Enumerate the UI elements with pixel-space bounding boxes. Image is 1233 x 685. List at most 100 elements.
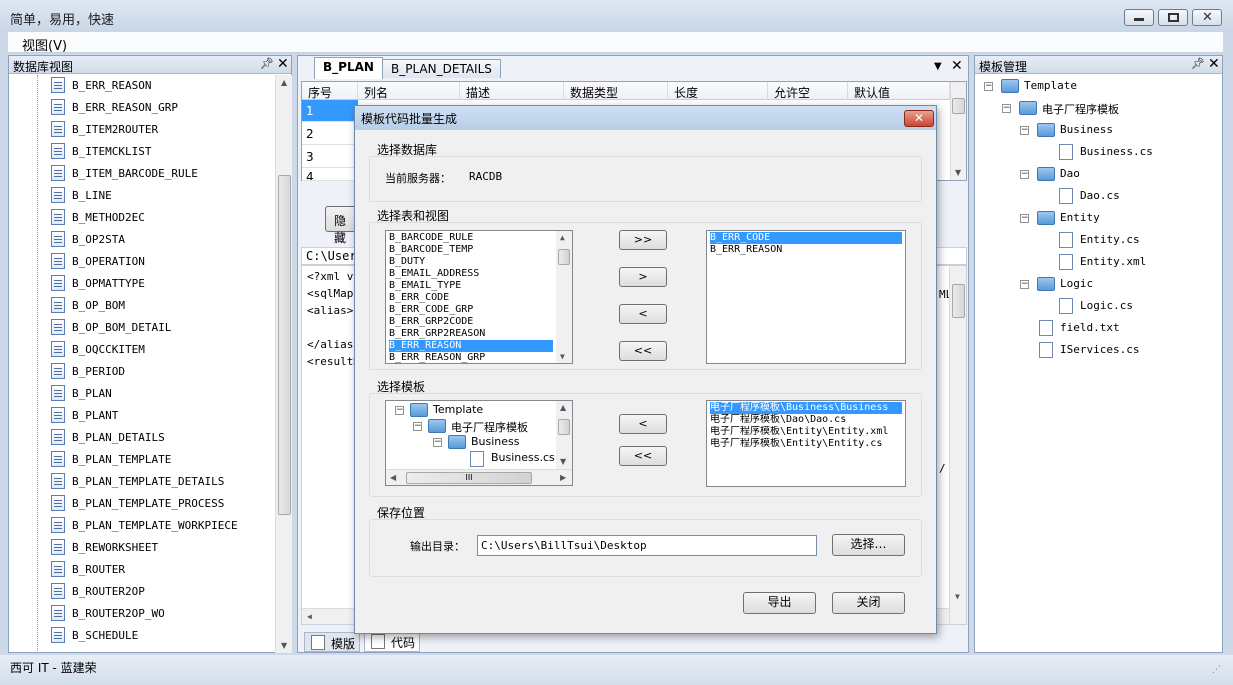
grid-scrollbar[interactable]: ▼ xyxy=(950,82,966,180)
collapse-icon[interactable]: − xyxy=(395,406,404,415)
tab-code[interactable]: 代码 xyxy=(364,632,421,652)
collapse-icon[interactable]: − xyxy=(1002,104,1011,113)
template-tree-scrollbar[interactable]: ▲ ▼ xyxy=(556,401,572,469)
dialog-close-button[interactable]: ✕ xyxy=(904,110,934,127)
code-scrollbar[interactable]: ▼ xyxy=(949,266,966,624)
remove-all-templates-button[interactable]: << xyxy=(619,446,667,466)
output-dir-input[interactable] xyxy=(477,535,817,556)
source-table-item[interactable]: B_ERR_CODE_GRP xyxy=(389,304,553,316)
scroll-left-icon[interactable]: ◀ xyxy=(307,612,312,621)
selected-template-list[interactable]: 电子厂程序模板\Business\Business 电子厂程序模板\Dao\Dao… xyxy=(706,400,906,487)
scroll-left-icon[interactable]: ◀ xyxy=(390,473,396,482)
selected-template-item[interactable]: 电子厂程序模板\Entity\Entity.cs xyxy=(710,438,902,450)
table-row[interactable]: 2 xyxy=(302,123,358,145)
scroll-down-icon[interactable]: ▼ xyxy=(281,641,287,650)
database-view-panel: 数据库视图 📌︎ ✕ B_ERR_REASON B_ERR_REASON_GRP B… xyxy=(8,55,292,653)
selected-template-item[interactable]: 电子厂程序模板\Entity\Entity.xml xyxy=(710,426,902,438)
collapse-icon[interactable]: − xyxy=(1020,170,1029,179)
source-table-item[interactable]: B_DUTY xyxy=(389,256,553,268)
add-all-tables-button[interactable]: >> xyxy=(619,230,667,250)
tab-template[interactable]: 模版 xyxy=(304,632,361,652)
source-table-item[interactable]: B_ERR_REASON_GRP xyxy=(389,352,553,363)
minimize-button[interactable] xyxy=(1124,9,1154,26)
dialog-close-action-button[interactable]: 关闭 xyxy=(832,592,905,614)
collapse-icon[interactable]: − xyxy=(1020,126,1029,135)
pin-icon[interactable]: 📌︎ xyxy=(260,57,274,70)
selected-table-item[interactable]: B_ERR_CODE xyxy=(710,232,902,244)
source-table-item[interactable]: B_ERR_REASON xyxy=(389,340,553,352)
hscroll-thumb[interactable]: III xyxy=(406,472,532,484)
scroll-up-icon[interactable]: ▲ xyxy=(560,403,566,412)
add-table-button[interactable]: > xyxy=(619,267,667,287)
table-row[interactable]: 4 xyxy=(302,168,358,181)
table-icon xyxy=(51,385,65,401)
source-table-item[interactable]: B_EMAIL_TYPE xyxy=(389,280,553,292)
choose-dir-button[interactable]: 选择… xyxy=(832,534,905,556)
pin-icon[interactable]: 📌︎ xyxy=(1191,57,1205,70)
template-select-tree[interactable]: ▲ ▼ ◀ III ▶ − Template − 电子厂程序模板 − Business Bu… xyxy=(385,400,573,486)
selected-template-item[interactable]: 电子厂程序模板\Dao\Dao.cs xyxy=(710,414,902,426)
template-node-label: Business xyxy=(1060,123,1113,136)
collapse-icon[interactable]: − xyxy=(1020,280,1029,289)
scroll-thumb[interactable] xyxy=(558,249,570,265)
code-scroll-thumb[interactable] xyxy=(952,284,965,318)
tab-dropdown-icon[interactable]: ▼ xyxy=(934,61,942,72)
db-table-label: B_OP2STA xyxy=(72,233,125,246)
menu-view[interactable]: 视图(V) xyxy=(22,35,67,54)
source-table-item[interactable]: B_ERR_GRP2CODE xyxy=(389,316,553,328)
file-icon xyxy=(1059,298,1073,314)
scroll-down-icon[interactable]: ▼ xyxy=(560,457,566,466)
resize-grip-icon[interactable]: ⋰ xyxy=(1212,665,1221,675)
scroll-up-icon[interactable]: ▲ xyxy=(560,233,565,242)
panel-close-icon[interactable]: ✕ xyxy=(1208,56,1220,72)
remove-all-tables-button[interactable]: << xyxy=(619,341,667,361)
table-icon xyxy=(51,605,65,621)
source-table-item[interactable]: B_BARCODE_TEMP xyxy=(389,244,553,256)
remove-table-button[interactable]: < xyxy=(619,304,667,324)
remove-template-button[interactable]: < xyxy=(619,414,667,434)
scroll-down-icon[interactable]: ▼ xyxy=(560,352,565,361)
grid-scroll-thumb[interactable] xyxy=(952,98,965,114)
panel-close-icon[interactable]: ✕ xyxy=(277,56,289,72)
collapse-icon[interactable]: − xyxy=(984,82,993,91)
source-table-item[interactable]: B_ERR_CODE xyxy=(389,292,553,304)
tab-b-plan[interactable]: B_PLAN xyxy=(314,57,383,79)
folder-icon xyxy=(1037,211,1055,225)
template-node-label: Template xyxy=(1024,79,1077,92)
table-row[interactable]: 1 xyxy=(302,100,358,122)
tab-b-plan-details[interactable]: B_PLAN_DETAILS xyxy=(382,59,501,78)
db-table-label: B_ROUTER2OP xyxy=(72,585,145,598)
source-list-scrollbar[interactable]: ▲ ▼ xyxy=(556,231,572,363)
close-window-button[interactable]: ✕ xyxy=(1192,9,1222,26)
minimize-icon xyxy=(1134,18,1144,21)
maximize-button[interactable] xyxy=(1158,9,1188,26)
database-list-scrollbar[interactable]: ▲ ▼ xyxy=(275,75,292,653)
source-table-list[interactable]: ▲ ▼ B_BARCODE_RULE B_BARCODE_TEMP B_DUTY B_… xyxy=(385,230,573,364)
scroll-down-icon[interactable]: ▼ xyxy=(955,592,960,601)
scroll-up-icon[interactable]: ▲ xyxy=(281,78,287,87)
table-icon xyxy=(51,517,65,533)
status-bar: 西可 IT - 蓝建荣 ⋰ xyxy=(0,655,1233,685)
scroll-down-icon[interactable]: ▼ xyxy=(955,168,961,177)
template-tree-hscrollbar[interactable]: ◀ III ▶ xyxy=(386,469,572,485)
scroll-thumb[interactable] xyxy=(558,419,570,435)
source-table-item[interactable]: B_ERR_GRP2REASON xyxy=(389,328,553,340)
scroll-thumb[interactable] xyxy=(278,175,291,515)
grid-header-index: 序号 xyxy=(302,82,358,100)
db-table-label: B_SCHEDULE xyxy=(72,629,139,642)
collapse-icon[interactable]: − xyxy=(1020,214,1029,223)
source-table-item[interactable]: B_EMAIL_ADDRESS xyxy=(389,268,553,280)
collapse-icon[interactable]: − xyxy=(413,422,422,431)
selected-table-list[interactable]: B_ERR_CODE B_ERR_REASON xyxy=(706,230,906,364)
export-button[interactable]: 导出 xyxy=(743,592,816,614)
selected-table-item[interactable]: B_ERR_REASON xyxy=(710,244,902,256)
selected-template-item[interactable]: 电子厂程序模板\Business\Business xyxy=(710,402,902,414)
dialog-template-label: Business.cs xyxy=(491,451,555,464)
table-row[interactable]: 3 xyxy=(302,146,358,168)
source-table-item[interactable]: B_BARCODE_RULE xyxy=(389,232,553,244)
table-icon xyxy=(51,187,65,203)
scroll-right-icon[interactable]: ▶ xyxy=(560,473,566,482)
grid-header-default: 默认值 xyxy=(848,82,950,100)
collapse-icon[interactable]: − xyxy=(433,438,442,447)
tab-close-icon[interactable]: ✕ xyxy=(951,58,963,74)
